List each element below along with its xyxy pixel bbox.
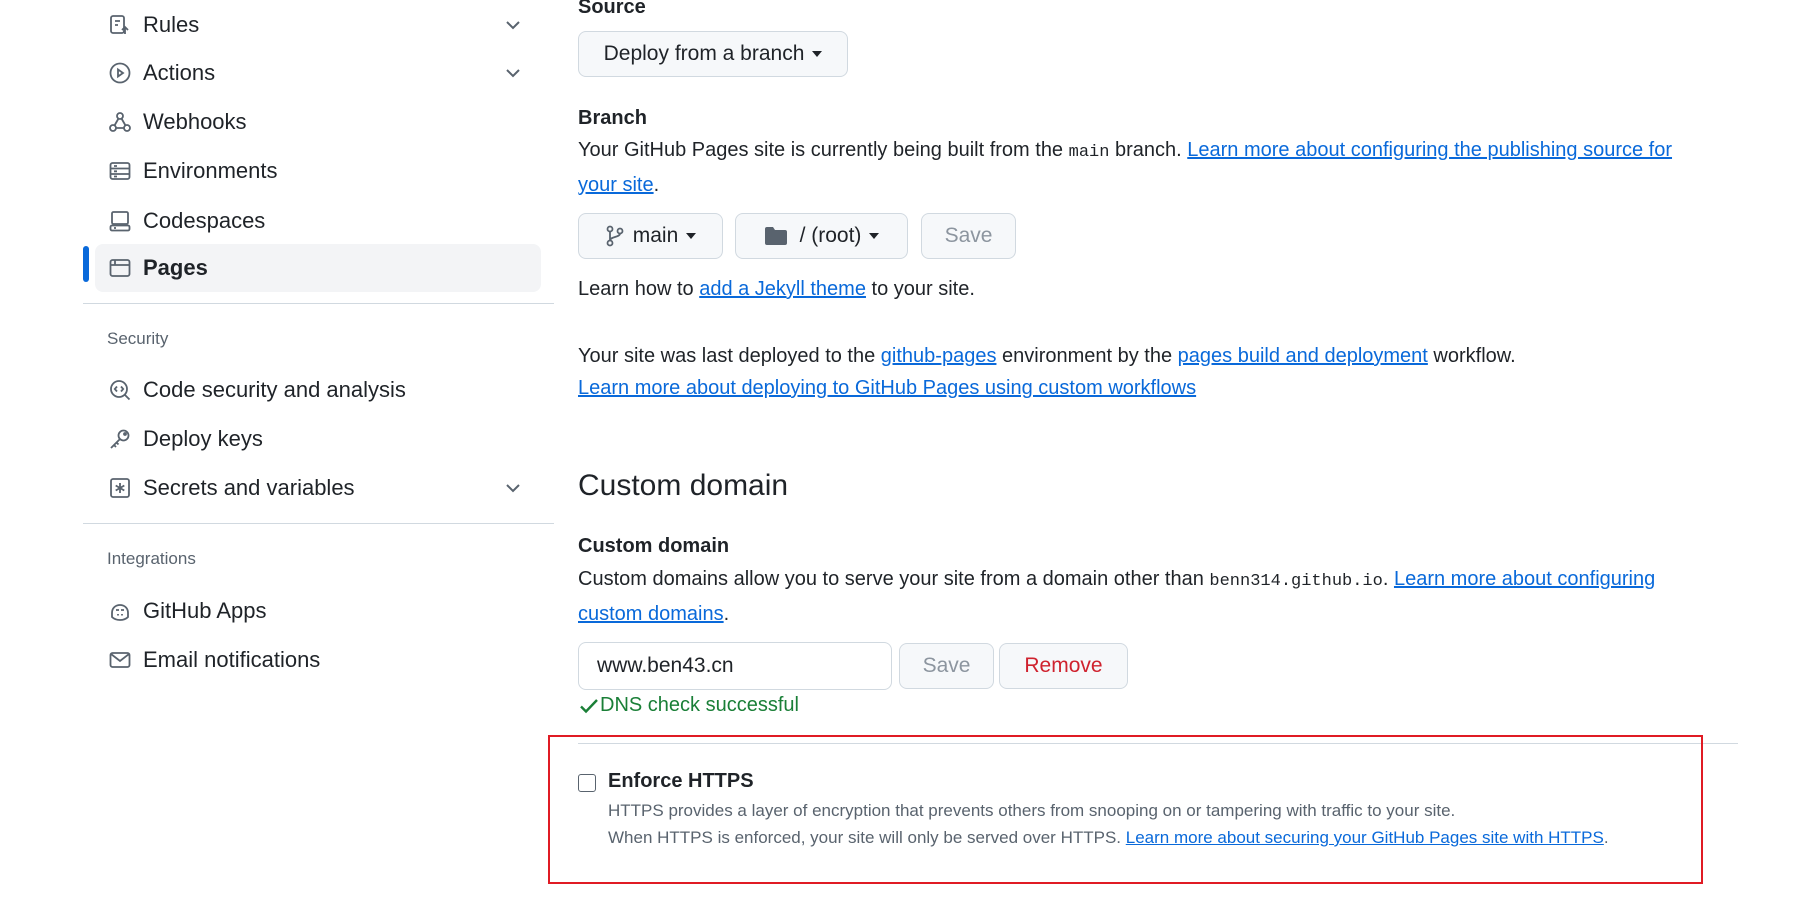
deploy-status-text: Your site was last deployed to the githu… xyxy=(578,340,1738,404)
caret-down-icon xyxy=(869,233,880,239)
deploy-text-part: workflow. xyxy=(1427,345,1516,367)
key-icon xyxy=(107,426,133,452)
sidebar-item-secrets[interactable]: Secrets and variables xyxy=(95,464,541,512)
sidebar-item-pages[interactable]: Pages xyxy=(95,244,541,292)
check-icon xyxy=(578,695,600,717)
caret-down-icon xyxy=(812,51,823,57)
highlight-annotation-box xyxy=(548,735,1703,884)
branch-save-button[interactable]: Save xyxy=(921,213,1016,259)
link-part: Learn more about configuring the publish… xyxy=(1187,139,1673,161)
sidebar-divider xyxy=(83,523,554,524)
rules-icon xyxy=(107,12,133,38)
sidebar-item-label: GitHub Apps xyxy=(143,598,267,623)
sidebar-item-label: Webhooks xyxy=(143,109,247,134)
webhook-icon xyxy=(107,109,133,135)
folder-icon xyxy=(764,226,788,246)
branch-description: Your GitHub Pages site is currently bein… xyxy=(578,134,1738,201)
sidebar-item-webhooks[interactable]: Webhooks xyxy=(95,98,541,146)
source-dropdown[interactable]: Deploy from a branch xyxy=(578,31,848,77)
sidebar-item-email-notifications[interactable]: Email notifications xyxy=(95,636,541,684)
branch-label: Branch xyxy=(578,107,647,129)
period: . xyxy=(653,174,660,196)
period: . xyxy=(723,603,730,625)
mail-icon xyxy=(107,647,133,673)
jekyll-theme-link[interactable]: add a Jekyll theme xyxy=(699,278,866,300)
key-asterisk-icon xyxy=(107,475,133,501)
chevron-down-icon[interactable] xyxy=(501,476,525,500)
deploy-text-part: environment by the xyxy=(996,345,1178,367)
chevron-down-icon[interactable] xyxy=(501,13,525,37)
github-pages-env-link[interactable]: github-pages xyxy=(881,345,997,367)
selected-indicator xyxy=(83,246,89,282)
git-branch-icon xyxy=(605,225,625,247)
sidebar-item-label: Rules xyxy=(143,12,200,37)
sidebar-group-integrations: Integrations xyxy=(107,549,196,568)
branch-desc-text: branch. xyxy=(1109,139,1188,161)
sidebar-item-label: Code security and analysis xyxy=(143,377,406,402)
sidebar-item-github-apps[interactable]: GitHub Apps xyxy=(95,587,541,635)
custom-domain-save-button[interactable]: Save xyxy=(899,643,994,689)
folder-select-label: / (root) xyxy=(799,224,862,247)
caret-down-icon xyxy=(686,233,697,239)
copilot-apps-icon xyxy=(107,598,133,624)
custom-domain-remove-button[interactable]: Remove xyxy=(999,643,1128,689)
browser-icon xyxy=(107,255,133,281)
link-part: custom domains xyxy=(578,603,724,625)
sidebar-group-security: Security xyxy=(107,329,169,348)
actions-play-icon xyxy=(107,60,133,86)
link-part: your site xyxy=(578,174,654,196)
source-label: Source xyxy=(578,0,646,18)
sidebar-item-deploy-keys[interactable]: Deploy keys xyxy=(95,415,541,463)
sidebar-item-label: Email notifications xyxy=(143,647,321,672)
branch-select-button[interactable]: main xyxy=(578,213,723,259)
sidebar-item-environments[interactable]: Environments xyxy=(95,147,541,195)
folder-select-button[interactable]: / (root) xyxy=(735,213,908,259)
jekyll-text-part: to your site. xyxy=(865,278,975,300)
dns-check-text: DNS check successful xyxy=(600,694,799,716)
custom-domain-input[interactable]: www.ben43.cn xyxy=(578,642,892,690)
sidebar-divider xyxy=(83,303,554,304)
custom-domain-label: Custom domain xyxy=(578,535,730,557)
custom-domain-desc-part: . xyxy=(1382,568,1394,590)
chevron-down-icon[interactable] xyxy=(501,61,525,85)
custom-domain-desc-part: Custom domains allow you to serve your s… xyxy=(578,568,1210,590)
custom-domain-description: Custom domains allow you to serve your s… xyxy=(578,563,1738,630)
deploy-text-part: Your site was last deployed to the xyxy=(578,345,881,367)
sidebar-item-label: Codespaces xyxy=(143,208,266,233)
dns-check-status: DNS check successful xyxy=(578,694,799,717)
sidebar-item-codespaces[interactable]: Codespaces xyxy=(95,197,541,245)
branch-select-label: main xyxy=(632,224,679,247)
jekyll-text: Learn how to add a Jekyll theme to your … xyxy=(578,273,975,305)
sidebar-item-label: Pages xyxy=(143,255,208,280)
workflow-link[interactable]: pages build and deployment xyxy=(1178,345,1428,367)
jekyll-text-part: Learn how to xyxy=(578,278,700,300)
branch-code: main xyxy=(1068,143,1110,162)
sidebar-item-label: Actions xyxy=(143,60,216,85)
sidebar-item-label: Secrets and variables xyxy=(143,475,355,500)
sidebar-item-rules[interactable]: Rules xyxy=(95,1,541,49)
settings-sidebar: Rules Actions Webhooks Environments Code… xyxy=(0,0,560,913)
codespaces-icon xyxy=(107,208,133,234)
custom-domain-section-title: Custom domain xyxy=(578,469,789,502)
branch-desc-text: Your GitHub Pages site is currently bein… xyxy=(578,139,1069,161)
github-io-domain: benn314.github.io xyxy=(1209,572,1383,591)
sidebar-item-code-security[interactable]: Code security and analysis xyxy=(95,366,541,414)
server-icon xyxy=(107,158,133,184)
sidebar-item-actions[interactable]: Actions xyxy=(95,49,541,97)
sidebar-item-label: Environments xyxy=(143,158,278,183)
sidebar-item-label: Deploy keys xyxy=(143,426,263,451)
source-dropdown-label: Deploy from a branch xyxy=(603,42,805,65)
custom-workflows-link[interactable]: Learn more about deploying to GitHub Pag… xyxy=(578,377,1196,399)
codescan-icon xyxy=(107,377,133,403)
link-part: Learn more about configuring xyxy=(1393,568,1656,590)
